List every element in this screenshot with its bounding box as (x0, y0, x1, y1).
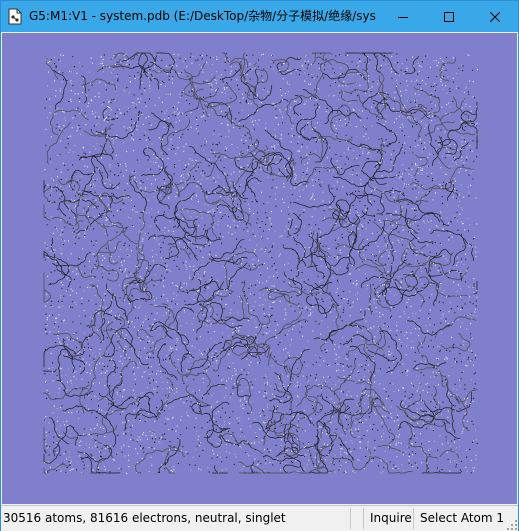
atom-bond-cloud (43, 52, 478, 474)
status-bar: 30516 atoms, 81616 electrons, neutral, s… (1, 505, 518, 531)
atoms-carbon (44, 53, 478, 474)
window-title: G5:M1:V1 - system.pdb (E:/DeskTop/杂物/分子模… (29, 9, 377, 23)
molecular-structure-render (43, 52, 478, 474)
mouse-mode: Inquire (363, 508, 414, 529)
close-button[interactable] (472, 1, 518, 32)
title-bar[interactable]: G5:M1:V1 - system.pdb (E:/DeskTop/杂物/分子模… (1, 1, 518, 32)
close-icon (490, 11, 500, 22)
resize-grip-icon[interactable] (507, 520, 517, 530)
molecule-summary: 30516 atoms, 81616 electrons, neutral, s… (3, 511, 286, 525)
minimize-icon (398, 16, 408, 18)
document-icon[interactable] (8, 8, 22, 25)
maximize-button[interactable] (426, 1, 472, 32)
gaussview-window: G5:M1:V1 - system.pdb (E:/DeskTop/杂物/分子模… (0, 0, 519, 531)
selection-status: Select Atom 1 (413, 508, 518, 529)
maximize-icon (444, 11, 454, 22)
molecule-viewport[interactable] (2, 33, 517, 504)
minimize-button[interactable] (380, 1, 426, 32)
